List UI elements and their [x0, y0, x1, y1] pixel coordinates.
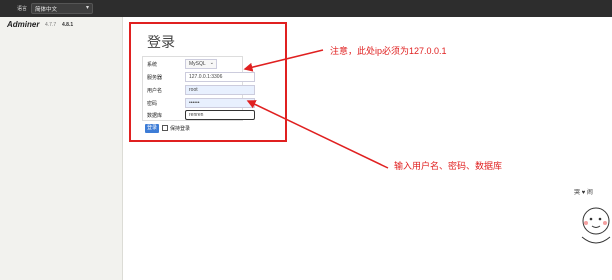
login-panel-highlight: 登录 系统 MySQL ⌄ 服务器 127.0.0.1:3306 用户名 roo…	[129, 22, 287, 142]
system-label: 系统	[147, 62, 158, 68]
chevron-down-icon: ▾	[85, 5, 89, 11]
language-select[interactable]: 简体中文 ▾	[31, 3, 93, 14]
sidebar: Adminer 4.7.7 4.8.1	[0, 17, 123, 280]
cartoon-sticker: 哭 ♥ 闹	[574, 187, 612, 267]
language-label: 语言	[17, 6, 28, 12]
remember-checkbox[interactable]	[162, 125, 168, 131]
system-select-value: MySQL	[189, 61, 206, 67]
page-title: 登录	[147, 34, 175, 50]
server-input[interactable]: 127.0.0.1:3306	[185, 72, 255, 82]
username-label: 用户名	[147, 88, 163, 94]
top-bar: 语言 简体中文 ▾	[0, 0, 612, 17]
username-input[interactable]: root	[185, 85, 255, 95]
server-label: 服务器	[147, 75, 163, 81]
annotation-server-note: 注意，此处ip必须为127.0.0.1	[330, 46, 447, 56]
database-input[interactable]: renren	[185, 110, 255, 120]
annotation-inputs-note: 输入用户名、密码、数据库	[394, 161, 503, 171]
language-select-value: 简体中文	[35, 7, 58, 13]
database-label: 数据库	[147, 113, 163, 119]
sticker-caption: 哭 ♥ 闹	[574, 190, 593, 196]
version-label: 4.7.7	[45, 22, 57, 28]
password-input[interactable]: ••••••	[185, 98, 255, 108]
system-select[interactable]: MySQL ⌄	[185, 59, 217, 69]
login-button[interactable]: 登录	[145, 124, 159, 133]
brand-logo[interactable]: Adminer	[7, 20, 39, 29]
new-version-link[interactable]: 4.8.1	[62, 22, 73, 28]
remember-label: 保持登录	[170, 126, 191, 132]
chevron-down-icon: ⌄	[209, 60, 214, 66]
cartoon-face-icon	[581, 207, 611, 244]
password-label: 密码	[147, 101, 158, 107]
